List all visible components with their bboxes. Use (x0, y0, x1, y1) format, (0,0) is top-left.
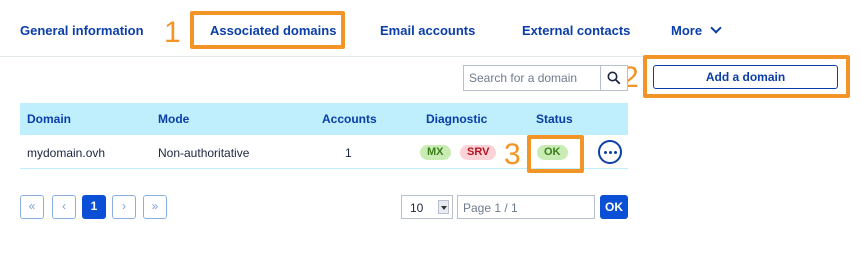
column-header-diagnostic: Diagnostic (426, 112, 488, 126)
cell-accounts: 1 (345, 146, 352, 160)
ellipsis-icon (604, 151, 607, 154)
add-domain-button[interactable]: Add a domain (653, 65, 838, 89)
tab-general-information[interactable]: General information (20, 23, 144, 38)
page-number-input[interactable]: Page 1 / 1 (457, 195, 595, 219)
search-icon (607, 71, 621, 85)
row-actions-button[interactable] (598, 140, 622, 164)
tab-more-label: More (671, 23, 703, 38)
column-header-domain[interactable]: Domain (27, 112, 71, 126)
diagnostic-badge-mx: MX (420, 145, 451, 160)
column-header-status: Status (536, 112, 573, 126)
cell-domain: mydomain.ovh (27, 146, 106, 160)
highlight-box-3 (527, 135, 584, 173)
column-header-accounts[interactable]: Accounts (322, 112, 377, 126)
callout-1: 1 (164, 16, 181, 49)
last-page-button[interactable]: » (143, 195, 167, 219)
next-page-button[interactable]: › (112, 195, 136, 219)
dropdown-arrow-icon (438, 200, 449, 214)
ellipsis-icon (609, 151, 612, 154)
items-per-page-select[interactable]: 10 (401, 195, 453, 219)
highlight-box-1 (190, 11, 345, 49)
tab-external-contacts[interactable]: External contacts (522, 23, 630, 38)
chevron-down-icon (710, 22, 722, 34)
cell-mode: Non-authoritative (158, 146, 250, 160)
first-page-button[interactable]: « (20, 195, 44, 219)
search-button[interactable] (601, 65, 628, 91)
tab-bar: General information Associated domains E… (0, 0, 761, 57)
diagnostic-badge-srv: SRV (460, 145, 497, 160)
tab-email-accounts[interactable]: Email accounts (380, 23, 475, 38)
column-header-mode[interactable]: Mode (158, 112, 189, 126)
items-per-page-value: 10 (410, 201, 424, 215)
ellipsis-icon (614, 151, 617, 154)
previous-page-button[interactable]: ‹ (52, 195, 76, 219)
search-input[interactable]: Search for a domain (463, 65, 601, 91)
page-1-button[interactable]: 1 (82, 195, 106, 219)
table-header: Domain Mode Accounts Diagnostic Status (20, 103, 628, 135)
tab-more[interactable]: More (671, 22, 722, 38)
go-to-page-button[interactable]: OK (600, 195, 628, 219)
